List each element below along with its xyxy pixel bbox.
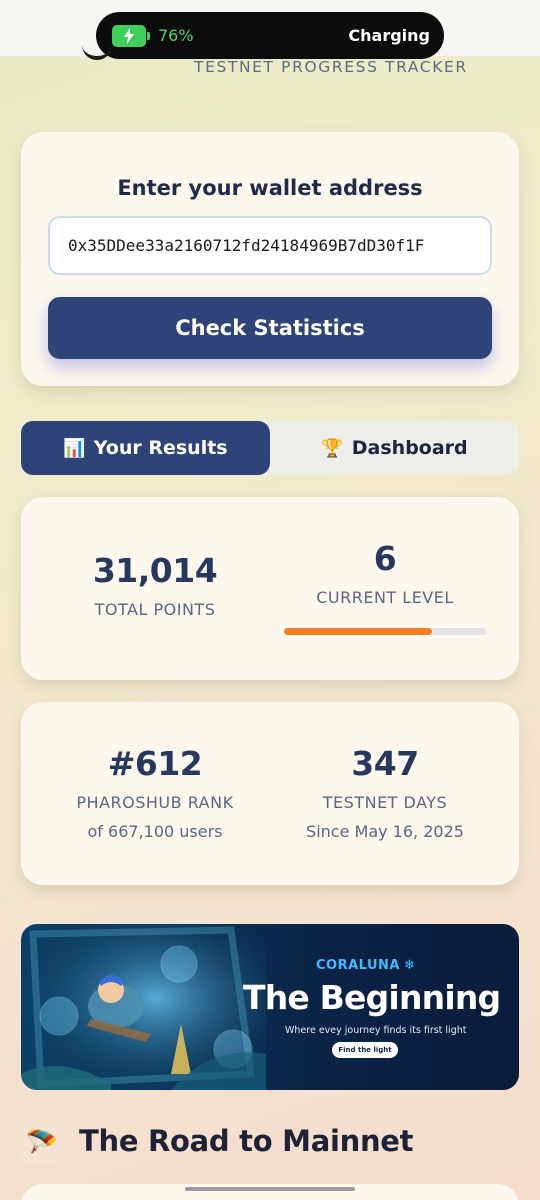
wallet-card: Enter your wallet address Check Statisti…	[21, 132, 519, 386]
status-bar: 76% Charging	[96, 12, 444, 59]
snowflake-icon: ❄	[403, 958, 416, 973]
tab-label: Dashboard	[351, 437, 468, 459]
testnet-days-sub: Since May 16, 2025	[306, 822, 464, 841]
page-subtitle: TESTNET PROGRESS TRACKER	[194, 58, 468, 76]
current-level-value: 6	[373, 539, 397, 578]
parachute-glyph: 🪂	[25, 1128, 59, 1158]
total-points-value: 31,014	[92, 551, 218, 590]
section-title: The Road to Mainnet	[79, 1124, 414, 1158]
home-indicator[interactable]	[185, 1187, 355, 1191]
current-level-stat: 6 CURRENT LEVEL	[275, 539, 495, 607]
rank-days-card: #612 PHAROSHUB RANK of 667,100 users 347…	[21, 702, 519, 885]
wallet-heading: Enter your wallet address	[117, 176, 423, 200]
total-points-stat: 31,014 TOTAL POINTS	[45, 551, 265, 619]
check-statistics-button[interactable]: Check Statistics	[48, 297, 492, 359]
parachute-icon: 🪂	[21, 1122, 63, 1164]
rank-sub: of 667,100 users	[87, 822, 223, 841]
testnet-days-label: TESTNET DAYS	[322, 793, 448, 812]
rank-value: #612	[107, 744, 203, 783]
testnet-days-value: 347	[351, 744, 419, 783]
banner-brand: CORALUNA ❄	[316, 958, 415, 973]
rank-label: PHAROSHUB RANK	[76, 793, 234, 812]
banner-brand-text: CORALUNA	[316, 958, 400, 973]
bar-chart-icon: 📊	[63, 437, 86, 459]
battery-percent: 76%	[158, 26, 194, 45]
logo-fragment	[82, 44, 112, 60]
battery-icon	[112, 24, 150, 47]
results-tabs: 📊 Your Results 🏆 Dashboard	[21, 421, 519, 475]
coraluna-banner[interactable]: CORALUNA ❄ The Beginning Where evey journ…	[21, 924, 519, 1090]
find-the-light-button[interactable]: Find the light	[332, 1042, 398, 1058]
trophy-icon: 🏆	[321, 437, 344, 459]
tab-dashboard[interactable]: 🏆 Dashboard	[270, 421, 519, 475]
rank-stat: #612 PHAROSHUB RANK of 667,100 users	[45, 744, 265, 841]
current-level-label: CURRENT LEVEL	[316, 588, 454, 607]
points-level-card: 31,014 TOTAL POINTS 6 CURRENT LEVEL	[21, 497, 519, 680]
banner-illustration	[21, 924, 266, 1090]
total-points-label: TOTAL POINTS	[94, 600, 216, 619]
charging-label: Charging	[348, 26, 430, 45]
tab-your-results[interactable]: 📊 Your Results	[21, 421, 270, 475]
level-progress-bar	[284, 628, 487, 635]
tab-label: Your Results	[93, 437, 228, 459]
banner-title: The Beginning	[243, 978, 501, 1017]
testnet-days-stat: 347 TESTNET DAYS Since May 16, 2025	[275, 744, 495, 841]
banner-tagline: Where evey journey finds its first light	[285, 1025, 467, 1036]
wallet-address-input[interactable]	[48, 216, 492, 275]
level-progress-fill	[284, 628, 433, 635]
